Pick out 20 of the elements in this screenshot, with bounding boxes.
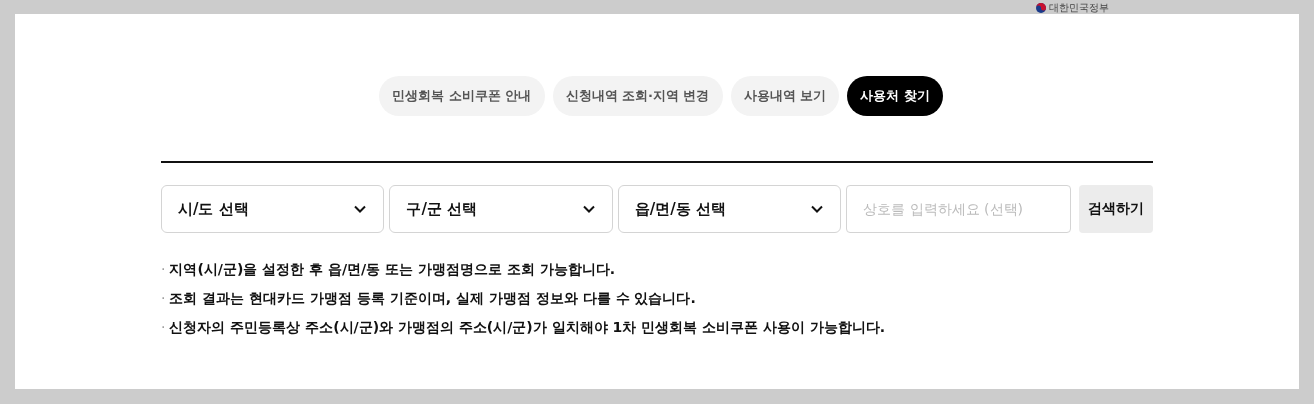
tab[interactable]: 사용처 찾기 <box>847 76 943 116</box>
bullet: · <box>161 289 166 308</box>
select-dropdown[interactable]: 시/도 선택 <box>161 185 385 233</box>
chevron-down-icon <box>582 205 595 213</box>
note-text: 지역(시/군)을 설정한 후 읍/면/동 또는 가맹점명으로 조회 가능합니다. <box>169 260 616 279</box>
bullet: · <box>161 318 166 337</box>
search-field[interactable]: 상호를 입력하세요 (선택) <box>846 185 1071 233</box>
tab[interactable]: 사용내역 보기 <box>730 76 840 116</box>
search-button[interactable]: 검색하기 <box>1078 185 1153 233</box>
tab[interactable]: 신청내역 조회·지역 변경 <box>552 76 723 116</box>
note-text: 신청자의 주민등록상 주소(시/군)와 가맹점의 주소(시/군)가 일치해야 1차 민생회복 소비쿠폰 사용이 가능합니다. <box>169 318 886 337</box>
select-dropdown[interactable]: 읍/면/동 선택 <box>617 185 842 233</box>
note-text: 조회 결과는 현대카드 가맹점 등록 기준이며, 실제 가맹점 정보와 다를 수 있습니다. <box>169 289 696 308</box>
bullet: · <box>161 260 166 279</box>
emblem-icon <box>1036 2 1046 13</box>
chevron-down-icon <box>811 205 824 213</box>
select-dropdown[interactable]: 구/군 선택 <box>389 185 613 233</box>
tab[interactable]: 민생회복 소비쿠폰 안내 <box>379 76 545 116</box>
logo-text: 대한민국정부 <box>1049 1 1109 14</box>
chevron-down-icon <box>354 205 367 213</box>
